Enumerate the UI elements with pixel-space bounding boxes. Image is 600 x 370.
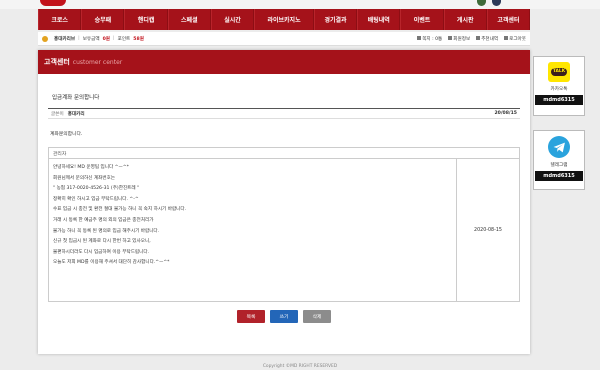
nav-item-board[interactable]: 게시판 xyxy=(443,9,487,30)
reply-line: 회원님께서 문의하신 계좌번호는 xyxy=(53,175,116,181)
telegram-label: 텔레그램 xyxy=(550,163,568,168)
telegram-id: mdmd6315 xyxy=(535,171,583,181)
nav-item-live[interactable]: 실시간 xyxy=(210,9,255,30)
site-logo[interactable] xyxy=(40,0,66,6)
referral-icon xyxy=(476,36,481,40)
user-level-icon xyxy=(42,35,48,42)
nav-item-win-draw-lose[interactable]: 승무패 xyxy=(81,9,125,30)
reply-line: 신규 첫 입금시 된 계좌로 다시 한번 하고 있사오니, xyxy=(53,239,151,245)
reply-line: 불가능 하니 꼭 동록 된 명의로 입금 해주시기 바랍니다. xyxy=(53,228,160,234)
reply-line: " 농협 317-0020-4526-31 (주)한진트레 " xyxy=(53,186,140,192)
author-label: 글쓴이 xyxy=(51,111,64,117)
page-header: 고객센터 customer center xyxy=(38,50,530,74)
reply-line: 거래 시 동록 한 예금주 명의 외의 입금은 충전처리가 xyxy=(53,217,154,223)
reply-author: 관리자 xyxy=(49,148,519,159)
username: 홍대카리브 xyxy=(54,36,76,42)
admin-reply: 관리자 안녕하세요! MD 운영팀 입니다 ^ㅡ^* 회원님께서 문의하신 계좌… xyxy=(48,147,520,302)
post-author: 홍대카리 xyxy=(67,111,85,117)
referral-link[interactable]: 추천내역 xyxy=(476,36,498,42)
top-strip xyxy=(0,0,600,9)
nav-item-event[interactable]: 이벤트 xyxy=(400,9,444,30)
telegram-contact-card[interactable]: 텔레그램 mdmd6315 xyxy=(533,130,585,190)
telegram-icon xyxy=(548,136,570,158)
nav-item-cross[interactable]: 크로스 xyxy=(38,9,82,30)
kakao-id: mdmd6315 xyxy=(535,95,583,105)
kakao-label: 카카오톡 xyxy=(550,87,568,92)
footer-copyright: Copyright ©MD RIGHT RESERVED xyxy=(262,364,338,369)
reply-line: 안녕하세요! MD 운영팀 입니다 ^ㅡ^* xyxy=(53,165,129,170)
reply-line: 불편하시더라도 다시 입금하여 이용 부탁드립니다. xyxy=(53,249,150,255)
main-nav: 크로스 승무패 핸디캡 스페셜 실시간 라이브카지노 경기결과 배팅내역 이벤트… xyxy=(38,9,531,30)
delete-button[interactable]: 삭제 xyxy=(303,310,331,323)
badge-icon xyxy=(477,0,486,6)
content-panel: 고객센터 customer center 입금계좌 문의합니다 글쓴이 홍대카리… xyxy=(38,50,530,354)
nav-item-results[interactable]: 경기결과 xyxy=(313,9,358,30)
logout-link[interactable]: 로그아웃 xyxy=(504,36,526,42)
kakao-contact-card[interactable]: TALK 카카오톡 mdmd6315 xyxy=(533,56,585,116)
nav-item-handicap[interactable]: 핸디캡 xyxy=(124,9,168,30)
page-title: 고객센터 xyxy=(44,58,70,66)
badge-icon xyxy=(492,0,501,6)
logout-icon xyxy=(504,36,509,40)
kakaotalk-icon: TALK xyxy=(548,62,570,82)
user-info-bar: 홍대카리브 | 보유금액 0원 | 포인트 58원 쪽지 : 0통 회원정보 추… xyxy=(38,32,530,46)
member-info-link[interactable]: 회원정보 xyxy=(448,36,470,42)
reply-line: 수표 입금 시 충전 및 환전 절대 불가능 하니 꼭 숙지 하시기 바랍니다. xyxy=(53,207,187,213)
nav-item-bet-history[interactable]: 배팅내역 xyxy=(357,9,401,30)
action-buttons: 목록 쓰기 삭제 xyxy=(38,310,530,323)
post-title: 입금계좌 문의합니다 xyxy=(52,95,100,101)
list-button[interactable]: 목록 xyxy=(237,310,265,323)
balance-value: 0원 xyxy=(102,36,111,42)
point-label: 포인트 xyxy=(117,36,131,42)
nav-item-live-casino[interactable]: 라이브카지노 xyxy=(254,9,314,30)
balance-label: 보유금액 xyxy=(82,36,100,42)
post-meta: 글쓴이 홍대카리 20/08/15 xyxy=(48,108,520,119)
reply-line: 정확히 확인 하시고 입금 부탁드립니다. ^-^ xyxy=(53,196,139,202)
reply-date: 2020-08-15 xyxy=(474,227,502,233)
nav-item-customer-center[interactable]: 고객센터 xyxy=(486,9,531,30)
nav-item-special[interactable]: 스페셜 xyxy=(167,9,211,30)
write-button[interactable]: 쓰기 xyxy=(270,310,298,323)
point-value: 58원 xyxy=(133,36,144,42)
reply-text: 안녕하세요! MD 운영팀 입니다 ^ㅡ^* 회원님께서 문의하신 계좌번호는 … xyxy=(49,159,457,301)
post-body: 계좌문의합니다. xyxy=(50,132,83,137)
post-date: 20/08/15 xyxy=(494,111,517,116)
page-subtitle: customer center xyxy=(72,58,123,66)
user-icon xyxy=(448,36,453,40)
mail-icon xyxy=(417,36,422,40)
reply-line: 오늘도 저희 MD를 이용해 주셔서 대단히 감사합니다.^ㅡ^* xyxy=(53,260,170,266)
message-link[interactable]: 쪽지 : 0통 xyxy=(417,36,442,42)
